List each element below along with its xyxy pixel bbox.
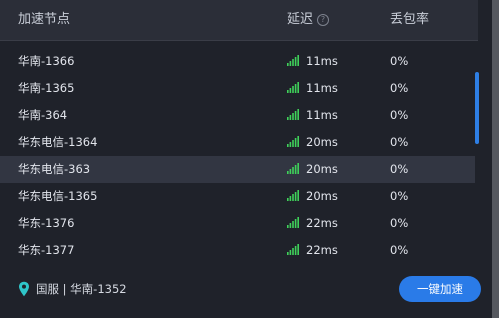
node-packet-loss: 0% [390,81,409,95]
node-latency-value: 22ms [306,243,338,257]
node-name: 华南-364 [18,108,68,122]
node-latency: 22ms [287,210,338,237]
node-packet-loss: 0% [390,54,409,68]
node-name: 华东-1377 [18,243,75,257]
node-latency-value: 11ms [306,81,338,95]
node-packet-loss: 0% [390,108,409,122]
node-latency-value: 20ms [306,189,338,203]
signal-bars-icon [287,109,299,120]
one-click-boost-button[interactable]: 一键加速 [399,276,481,302]
node-name: 华南-1365 [18,81,75,95]
node-latency-value: 22ms [306,216,338,230]
node-row[interactable]: 华南-1366 11ms 0% [0,48,475,75]
node-row[interactable]: 华东电信-1365 20ms 0% [0,183,475,210]
node-packet-loss: 0% [390,162,409,176]
node-packet-loss: 0% [390,216,409,230]
footer-bar: 国服 | 华南-1352 一键加速 [0,263,499,318]
table-header: 加速节点 延迟? 丢包率 [0,0,478,41]
scrollbar-track[interactable] [478,48,492,262]
node-packet-loss: 0% [390,243,409,257]
node-list: 华南-1366 11ms 0% 华南-1365 11ms 0% 华南-364 11ms 0% 华东… [0,48,478,262]
current-node-label: 国服 | 华南-1352 [36,282,127,296]
signal-bars-icon [287,244,299,255]
node-latency: 11ms [287,102,338,129]
node-latency-value: 20ms [306,135,338,149]
node-latency: 11ms [287,75,338,102]
column-header-node: 加速节点 [18,12,71,27]
signal-bars-icon [287,190,299,201]
signal-bars-icon [287,217,299,228]
node-row[interactable]: 华东-1376 22ms 0% [0,210,475,237]
node-row[interactable]: 华南-1365 11ms 0% [0,75,475,102]
node-packet-loss: 0% [390,189,409,203]
node-latency: 20ms [287,156,338,183]
node-selection-panel: 加速节点 延迟? 丢包率 华南-1366 11ms 0% 华南-1365 11ms 0% 华… [0,0,499,318]
node-name: 华东电信-1364 [18,135,98,149]
node-latency: 22ms [287,237,338,262]
node-latency-value: 11ms [306,54,338,68]
node-latency-value: 20ms [306,162,338,176]
signal-bars-icon [287,136,299,147]
node-latency: 20ms [287,129,338,156]
signal-bars-icon [287,82,299,93]
column-header-loss: 丢包率 [390,12,430,27]
node-latency: 20ms [287,183,338,210]
column-header-delay-label: 延迟 [287,12,314,27]
node-row[interactable]: 华东-1377 22ms 0% [0,237,475,262]
node-latency: 11ms [287,48,338,75]
window-edge [492,0,499,318]
node-latency-value: 11ms [306,108,338,122]
node-name: 华南-1366 [18,54,75,68]
column-header-delay: 延迟? [287,0,330,40]
signal-bars-icon [287,163,299,174]
node-row[interactable]: 华南-364 11ms 0% [0,102,475,129]
node-row[interactable]: 华东电信-363 20ms 0% [0,156,475,183]
scrollbar-thumb[interactable] [475,72,479,144]
node-name: 华东电信-363 [18,162,91,176]
location-pin-icon [19,281,29,297]
signal-bars-icon [287,55,299,66]
question-circle-icon[interactable]: ? [317,14,330,26]
node-packet-loss: 0% [390,135,409,149]
node-name: 华东-1376 [18,216,75,230]
node-name: 华东电信-1365 [18,189,98,203]
node-row[interactable]: 华东电信-1364 20ms 0% [0,129,475,156]
